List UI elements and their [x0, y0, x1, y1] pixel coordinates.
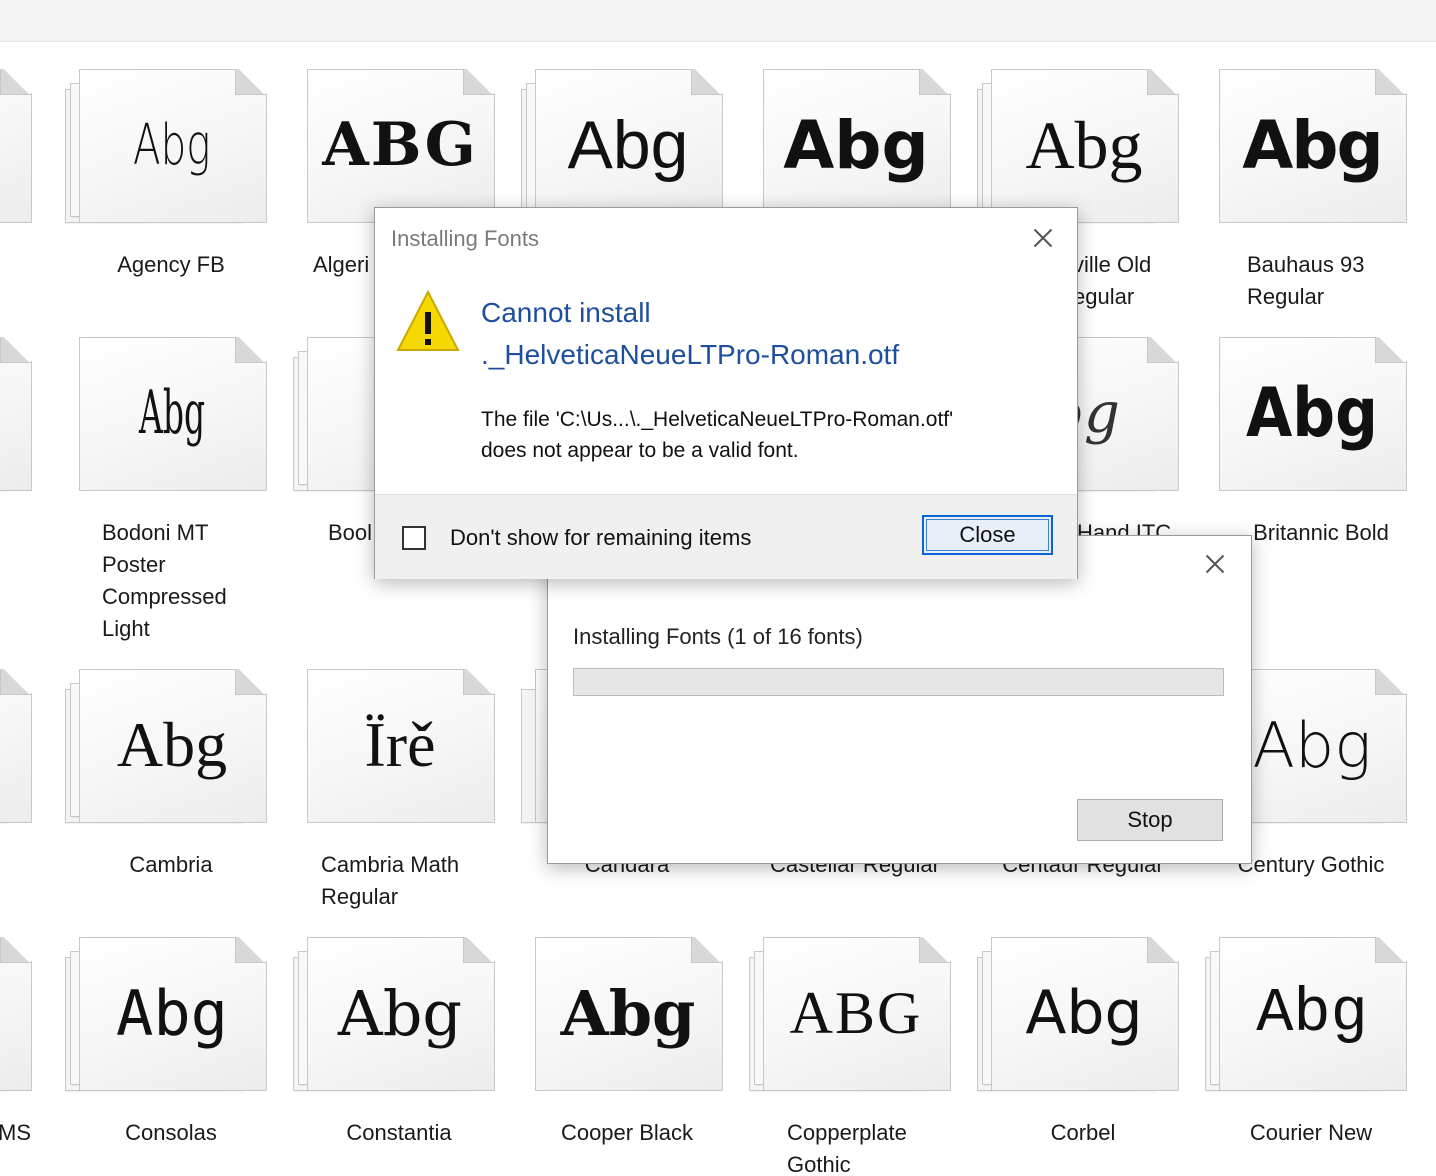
font-label: Cambria Math Regular: [293, 849, 505, 913]
font-thumbnail: Abg: [1205, 937, 1417, 1097]
font-sample: Abg: [133, 112, 211, 178]
font-thumbnail: Abg: [65, 937, 277, 1097]
font-thumbnail: [0, 69, 42, 229]
font-sample: Abg: [1245, 373, 1378, 453]
font-label-line: Poster: [102, 552, 166, 577]
error-message-line: The file 'C:\Us...\._HelveticaNeueLTPro-…: [481, 408, 954, 431]
dialog-title: Installing Fonts: [391, 226, 539, 251]
progress-bar: [573, 668, 1224, 696]
font-label: Corbel: [1050, 1120, 1116, 1145]
error-message-line: does not appear to be a valid font.: [481, 439, 799, 462]
explorer-top-bar: [0, 0, 1436, 42]
font-sample: Abg: [1025, 106, 1143, 183]
font-label-line: Compressed: [102, 584, 227, 609]
font-thumbnail: Abg: [521, 937, 733, 1097]
font-thumbnail: Abg: [65, 69, 277, 229]
font-label: MS: [0, 1120, 31, 1145]
font-label: Constantia: [346, 1120, 452, 1145]
font-label-line: Gothic: [787, 1152, 851, 1176]
font-label: Bodoni MT Poster Compressed Light: [65, 517, 277, 645]
font-label: Consolas: [125, 1120, 217, 1145]
font-sample: Abg: [560, 976, 696, 1050]
error-heading-line: Cannot install: [481, 297, 651, 328]
font-thumbnail: [0, 337, 42, 497]
page-fold: [0, 937, 31, 963]
font-install-screen: Abg Agency FB ABG Algeri Abg Abg Abg vil…: [0, 0, 1436, 1176]
font-thumbnail: Abg: [1205, 69, 1417, 229]
font-label-line: Bodoni MT: [102, 520, 209, 545]
font-sample: Abg: [783, 106, 929, 184]
font-thumbnail: [0, 669, 42, 829]
dont-show-label[interactable]: Don't show for remaining items: [450, 525, 751, 551]
error-heading: Cannot install ._HelveticaNeueLTPro-Roma…: [481, 292, 1061, 376]
font-thumbnail: Abg: [1205, 337, 1417, 497]
progress-dialog: Installing Fonts (1 of 16 fonts) Stop: [547, 535, 1252, 864]
close-icon[interactable]: [1028, 223, 1058, 253]
font-sample: Abg: [1242, 106, 1384, 184]
font-label-line: Bauhaus 93: [1247, 252, 1365, 277]
font-label-line: ville Old: [1073, 252, 1152, 277]
font-sample: Abg: [1252, 708, 1372, 782]
font-sample: Abg: [337, 976, 463, 1050]
font-sample: Abg: [116, 709, 228, 780]
page-fold: [0, 337, 31, 363]
font-thumbnail: Abg: [977, 69, 1189, 229]
font-sample: ABG: [789, 979, 923, 1046]
font-thumbnail: Abg: [749, 69, 961, 229]
font-label-line: Regular: [321, 884, 399, 909]
dialog-footer: Don't show for remaining items Close: [375, 494, 1077, 579]
close-icon[interactable]: [1200, 549, 1230, 579]
font-sample: Ïrě: [364, 709, 436, 780]
page-fold: [0, 669, 31, 695]
warning-icon: [396, 289, 460, 351]
font-sample: Abg: [567, 107, 689, 183]
stop-button[interactable]: Stop: [1077, 799, 1223, 841]
font-label-line: Cambria Math: [321, 852, 460, 877]
font-thumbnail: ABG: [749, 937, 961, 1097]
font-label: Agency FB: [117, 252, 225, 277]
font-label-line: Regular: [1247, 284, 1325, 309]
font-sample: Abg: [116, 976, 228, 1050]
font-label: Cambria: [129, 852, 213, 877]
font-sample: Abg: [1025, 978, 1143, 1048]
page-fold: [0, 69, 31, 95]
close-button[interactable]: Close: [922, 515, 1053, 555]
font-label-line: egular: [1073, 284, 1135, 309]
font-label: Bauhaus 93 Regular: [1205, 249, 1417, 313]
font-thumbnail: ABG: [293, 69, 505, 229]
font-thumbnail: Abg: [293, 937, 505, 1097]
error-heading-filename: ._HelveticaNeueLTPro-Roman.otf: [481, 339, 900, 370]
font-thumbnail: Abg: [521, 69, 733, 229]
font-thumbnail: Abg: [977, 937, 1189, 1097]
error-dialog: Installing Fonts Cannot install ._Helvet…: [374, 207, 1078, 579]
font-thumbnail: [0, 937, 42, 1097]
font-label-line: Light: [102, 616, 150, 641]
dont-show-checkbox[interactable]: [402, 526, 426, 550]
font-label: Courier New: [1249, 1120, 1373, 1145]
progress-status: Installing Fonts (1 of 16 fonts): [573, 624, 863, 649]
font-label-line: Copperplate: [787, 1120, 907, 1145]
font-thumbnail: Abg: [65, 669, 277, 829]
error-message: The file 'C:\Us...\._HelveticaNeueLTPro-…: [481, 404, 1061, 466]
font-sample: Abg: [138, 378, 206, 448]
font-label: Copperplate Gothic: [749, 1117, 961, 1176]
font-sample: Abg: [1256, 977, 1368, 1049]
font-label: Cooper Black: [560, 1120, 694, 1145]
font-thumbnail: Abg: [65, 337, 277, 497]
font-sample: ABG: [322, 110, 478, 180]
font-thumbnail: Ïrě: [293, 669, 505, 829]
